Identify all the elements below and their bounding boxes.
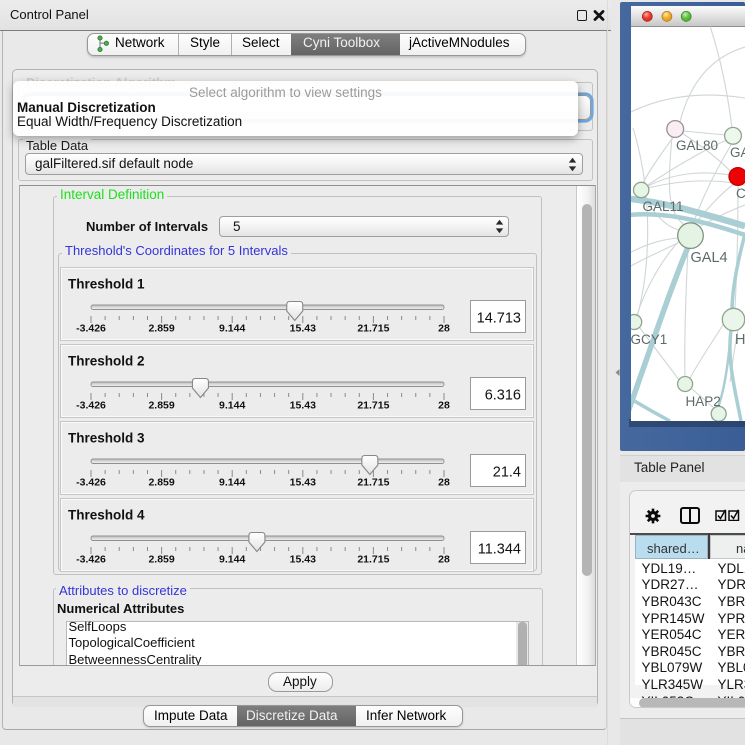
svg-text:Threshold 3: Threshold 3 bbox=[68, 431, 145, 446]
svg-text:GAL4: GAL4 bbox=[691, 250, 728, 266]
svg-text:21.715: 21.715 bbox=[357, 554, 389, 566]
svg-text:15.43: 15.43 bbox=[290, 477, 316, 489]
svg-text:GAL11: GAL11 bbox=[643, 199, 684, 214]
svg-text:28: 28 bbox=[438, 400, 450, 412]
svg-text:Threshold 2: Threshold 2 bbox=[68, 354, 145, 369]
svg-text:6.316: 6.316 bbox=[485, 388, 521, 404]
svg-text:21.4: 21.4 bbox=[493, 465, 521, 481]
svg-text:9.144: 9.144 bbox=[219, 323, 245, 335]
svg-text:Threshold 4: Threshold 4 bbox=[68, 508, 145, 523]
svg-text:HAP2: HAP2 bbox=[686, 394, 721, 409]
svg-text:-3.426: -3.426 bbox=[76, 323, 106, 335]
svg-text:GA: GA bbox=[730, 145, 745, 160]
svg-text:2.859: 2.859 bbox=[148, 477, 174, 489]
svg-text:9.144: 9.144 bbox=[219, 477, 245, 489]
svg-text:21.715: 21.715 bbox=[357, 400, 389, 412]
svg-text:GAL80: GAL80 bbox=[676, 138, 718, 153]
svg-text:-3.426: -3.426 bbox=[76, 477, 106, 489]
svg-text:28: 28 bbox=[438, 477, 450, 489]
svg-text:15.43: 15.43 bbox=[290, 400, 316, 412]
svg-text:-3.426: -3.426 bbox=[76, 554, 106, 566]
svg-text:28: 28 bbox=[438, 554, 450, 566]
svg-text:C: C bbox=[736, 186, 745, 201]
svg-text:2.859: 2.859 bbox=[148, 554, 174, 566]
svg-text:2.859: 2.859 bbox=[148, 400, 174, 412]
svg-text:15.43: 15.43 bbox=[290, 554, 316, 566]
svg-text:21.715: 21.715 bbox=[357, 323, 389, 335]
svg-text:11.344: 11.344 bbox=[478, 542, 521, 558]
svg-text:15.43: 15.43 bbox=[290, 323, 316, 335]
svg-text:H: H bbox=[735, 332, 745, 348]
svg-text:21.715: 21.715 bbox=[357, 477, 389, 489]
svg-text:2.859: 2.859 bbox=[148, 323, 174, 335]
svg-text:-3.426: -3.426 bbox=[76, 400, 106, 412]
svg-text:9.144: 9.144 bbox=[219, 400, 245, 412]
svg-text:14.713: 14.713 bbox=[477, 311, 521, 327]
svg-text:GCY1: GCY1 bbox=[631, 332, 668, 347]
svg-text:Threshold 1: Threshold 1 bbox=[68, 277, 145, 292]
svg-text:28: 28 bbox=[438, 323, 450, 335]
svg-text:9.144: 9.144 bbox=[219, 554, 245, 566]
